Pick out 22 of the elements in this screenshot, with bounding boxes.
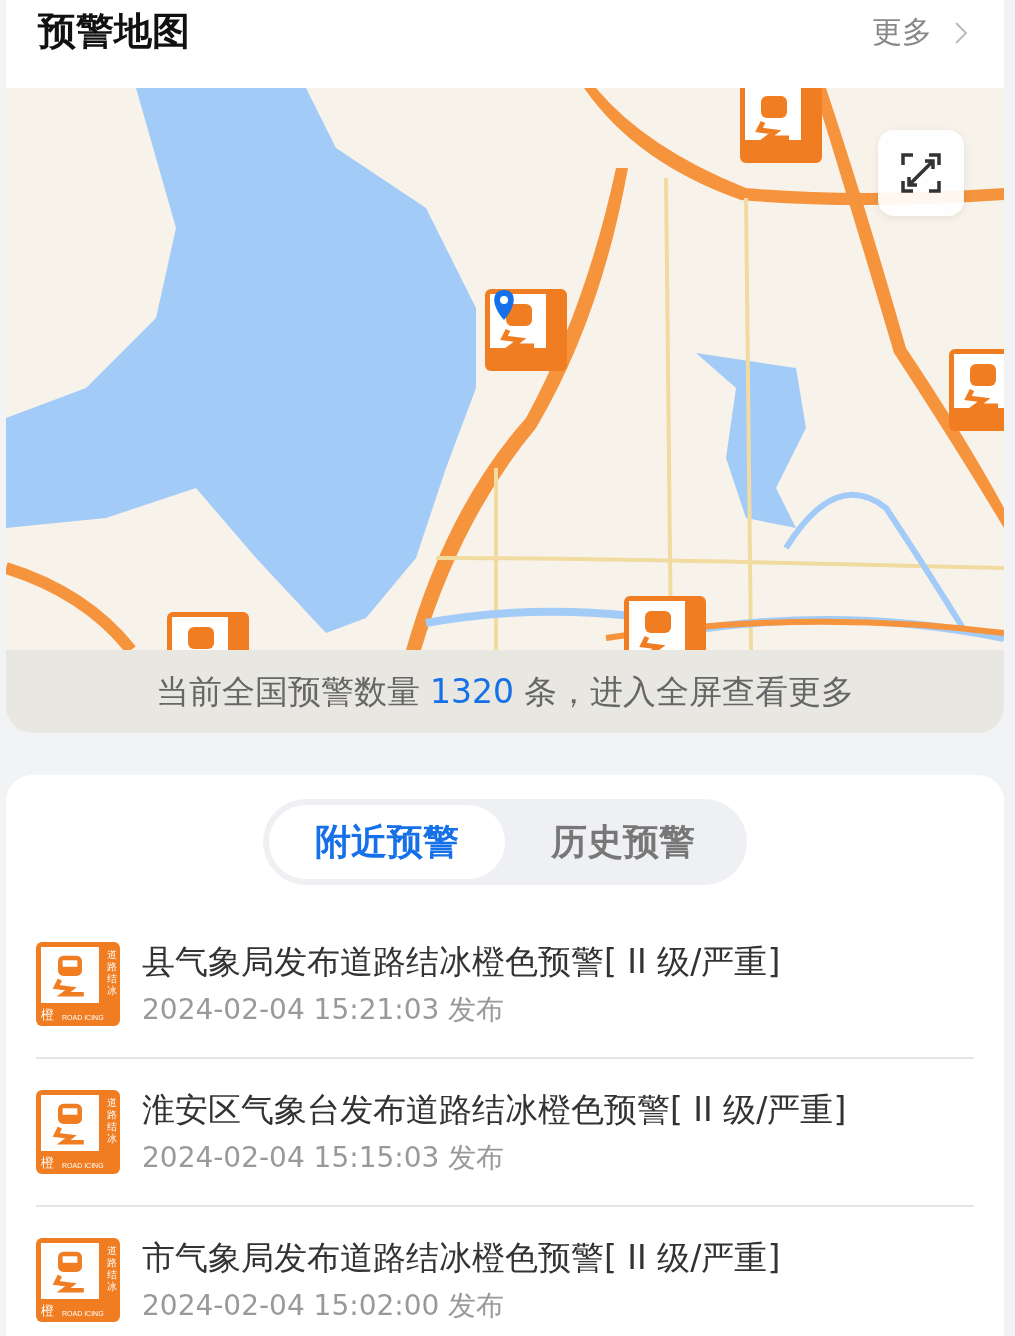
warning-marker-icon[interactable]	[484, 288, 568, 372]
badge-label: 道路结冰	[107, 949, 117, 997]
badge-label: 道路结冰	[107, 1245, 117, 1293]
warning-count-text[interactable]: 当前全国预警数量 1320 条，进入全屏查看更多	[6, 650, 1004, 733]
warning-title[interactable]: 县气象局发布道路结冰橙色预警[ II 级/严重]	[142, 939, 781, 985]
expand-icon	[899, 151, 943, 195]
warning-title[interactable]: 淮安区气象台发布道路结冰橙色预警[ II 级/严重]	[142, 1087, 847, 1133]
tab[interactable]: 附近预警	[269, 805, 505, 879]
badge-label: 道路结冰	[107, 1097, 117, 1145]
section-title: 预警地图	[38, 8, 190, 55]
chevron-right-icon	[954, 20, 968, 45]
more-link[interactable]: 更多	[872, 12, 968, 53]
warning-marker-icon[interactable]	[739, 88, 823, 164]
tab[interactable]: 历史预警	[505, 805, 741, 879]
warning-time: 2024-02-04 15:21:03 发布	[142, 991, 506, 1028]
warning-title[interactable]: 市气象局发布道路结冰橙色预警[ II 级/严重]	[142, 1235, 781, 1281]
fullscreen-button[interactable]	[878, 130, 964, 216]
badge-level: 橙	[41, 1155, 54, 1171]
badge-level: 橙	[41, 1303, 54, 1319]
warning-time: 2024-02-04 15:15:03 发布	[142, 1139, 506, 1176]
badge-level: 橙	[41, 1007, 54, 1023]
warning-time: 2024-02-04 15:02:00 发布	[142, 1287, 506, 1324]
